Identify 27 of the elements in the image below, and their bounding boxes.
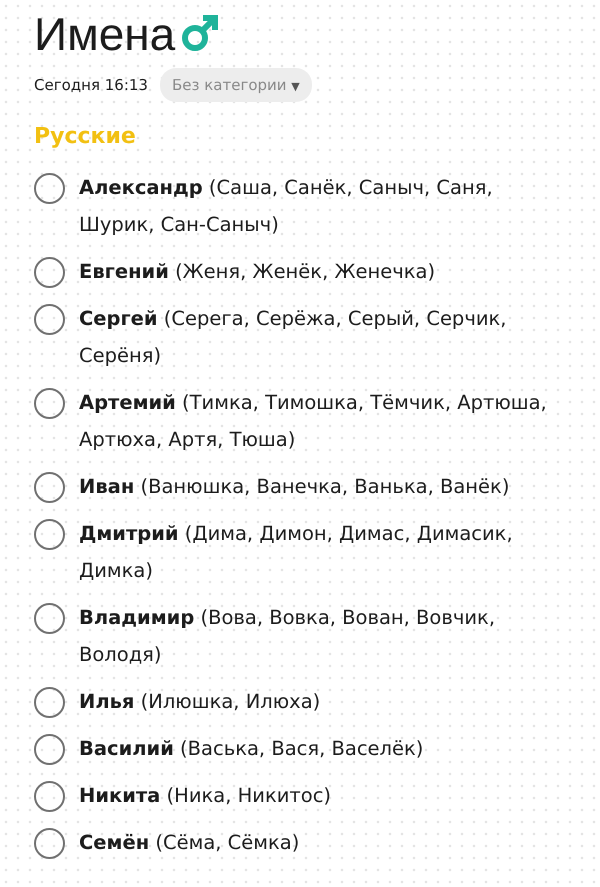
- checkbox[interactable]: [34, 257, 65, 288]
- checkbox[interactable]: [34, 388, 65, 419]
- name-entry: Семён (Сёма, Сёмка): [79, 830, 300, 856]
- checkbox[interactable]: [34, 603, 65, 634]
- name-entry: Иван (Ванюшка, Ванечка, Ванька, Ванёк): [79, 474, 510, 500]
- name-entry: Владимир (Вова, Вовка, Вован, Вовчик, Володя): [79, 605, 496, 668]
- section-heading: Русские: [34, 124, 137, 149]
- name-entry: Евгений (Женя, Женёк, Женечка): [79, 259, 436, 285]
- male-symbol-icon: [179, 14, 220, 54]
- name-entry: Илья (Илюшка, Илюха): [79, 689, 320, 715]
- checkbox[interactable]: [34, 734, 65, 765]
- name-entry: Сергей (Серега, Серёжа, Серый, Серчик, Серёня): [79, 306, 508, 369]
- name-entry: Никита (Ника, Никитос): [79, 783, 332, 809]
- checkbox[interactable]: [34, 173, 65, 204]
- name-entry: Дмитрий (Дима, Димон, Димас, Димасик, Димка): [79, 521, 514, 584]
- checkbox[interactable]: [34, 781, 65, 812]
- checkbox[interactable]: [34, 304, 65, 335]
- category-dropdown[interactable]: Без категории ▼: [160, 68, 312, 102]
- note-title: Имена: [34, 7, 176, 61]
- name-entry: Артемий (Тимка, Тимошка, Тёмчик, Артюша, Артюха, Артя, Тюша): [79, 390, 548, 453]
- checkbox[interactable]: [34, 828, 65, 859]
- checkbox[interactable]: [34, 472, 65, 503]
- name-entry: Василий (Васька, Вася, Васелёк): [79, 736, 424, 762]
- checkbox[interactable]: [34, 519, 65, 550]
- checkbox[interactable]: [34, 687, 65, 718]
- note-date: Сегодня 16:13: [34, 76, 148, 94]
- name-entry: Александр (Саша, Санёк, Саныч, Саня, Шурик, Сан-Саныч): [79, 175, 494, 238]
